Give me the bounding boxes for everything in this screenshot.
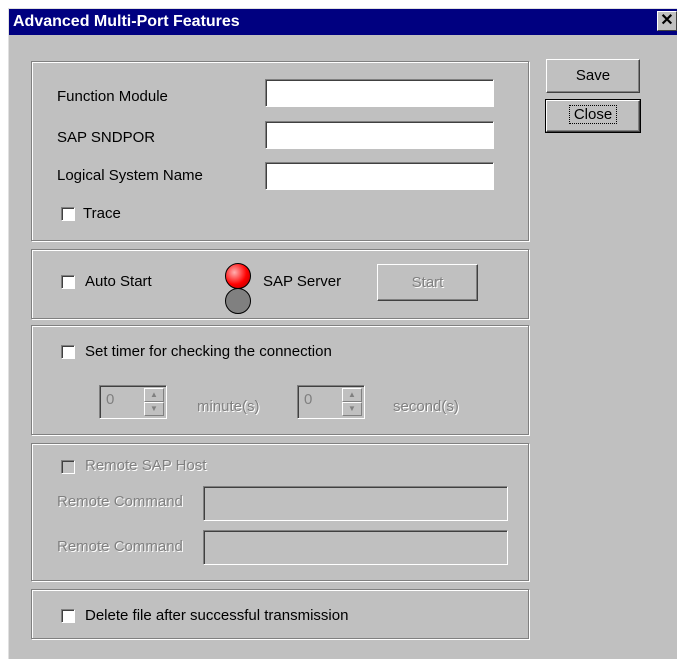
auto-start-checkbox[interactable]: [61, 275, 75, 289]
minutes-up-icon[interactable]: ▲: [144, 388, 164, 402]
start-button-label: Start: [411, 274, 444, 291]
close-button[interactable]: Close: [545, 99, 641, 133]
server-status-red-light-icon: [225, 263, 251, 289]
trace-label: Trace: [83, 205, 121, 222]
seconds-spinner[interactable]: 0 ▲ ▼: [297, 385, 365, 419]
remote-command-1-input[interactable]: [203, 486, 508, 521]
remote-sap-host-label: Remote SAP Host: [85, 457, 207, 474]
dialog-window: Advanced Multi-Port Features ✕ Function …: [8, 8, 677, 659]
title-bar: Advanced Multi-Port Features ✕: [9, 9, 677, 35]
remote-command-2-label: Remote Command: [57, 538, 183, 555]
seconds-down-icon[interactable]: ▼: [342, 402, 362, 416]
auto-start-label: Auto Start: [85, 273, 152, 290]
trace-checkbox[interactable]: [61, 207, 75, 221]
set-timer-label: Set timer for checking the connection: [85, 343, 332, 360]
save-button[interactable]: Save: [546, 59, 640, 93]
save-button-label: Save: [575, 67, 611, 84]
sap-sndpor-input[interactable]: [265, 121, 494, 149]
function-module-input[interactable]: [265, 79, 494, 107]
minutes-label: minute(s): [197, 398, 260, 415]
minutes-down-icon[interactable]: ▼: [144, 402, 164, 416]
delete-file-checkbox[interactable]: [61, 609, 75, 623]
window-close-icon[interactable]: ✕: [657, 11, 677, 31]
minutes-value: 0: [106, 391, 115, 408]
remote-command-2-input[interactable]: [203, 530, 508, 565]
remote-command-1-label: Remote Command: [57, 493, 183, 510]
logical-system-name-input[interactable]: [265, 162, 494, 190]
logical-system-name-label: Logical System Name: [57, 167, 203, 184]
window-title: Advanced Multi-Port Features: [13, 13, 240, 30]
sap-server-label: SAP Server: [263, 273, 342, 290]
seconds-label: second(s): [393, 398, 459, 415]
seconds-value: 0: [304, 391, 313, 408]
sap-sndpor-label: SAP SNDPOR: [57, 129, 156, 146]
function-module-label: Function Module: [57, 88, 168, 105]
server-status-gray-light-icon: [225, 288, 251, 314]
minutes-spinner[interactable]: 0 ▲ ▼: [99, 385, 167, 419]
close-button-label: Close: [568, 105, 618, 124]
remote-sap-host-checkbox[interactable]: [61, 460, 75, 474]
seconds-up-icon[interactable]: ▲: [342, 388, 362, 402]
start-button[interactable]: Start: [377, 264, 478, 301]
delete-file-label: Delete file after successful transmissio…: [85, 607, 349, 624]
set-timer-checkbox[interactable]: [61, 345, 75, 359]
